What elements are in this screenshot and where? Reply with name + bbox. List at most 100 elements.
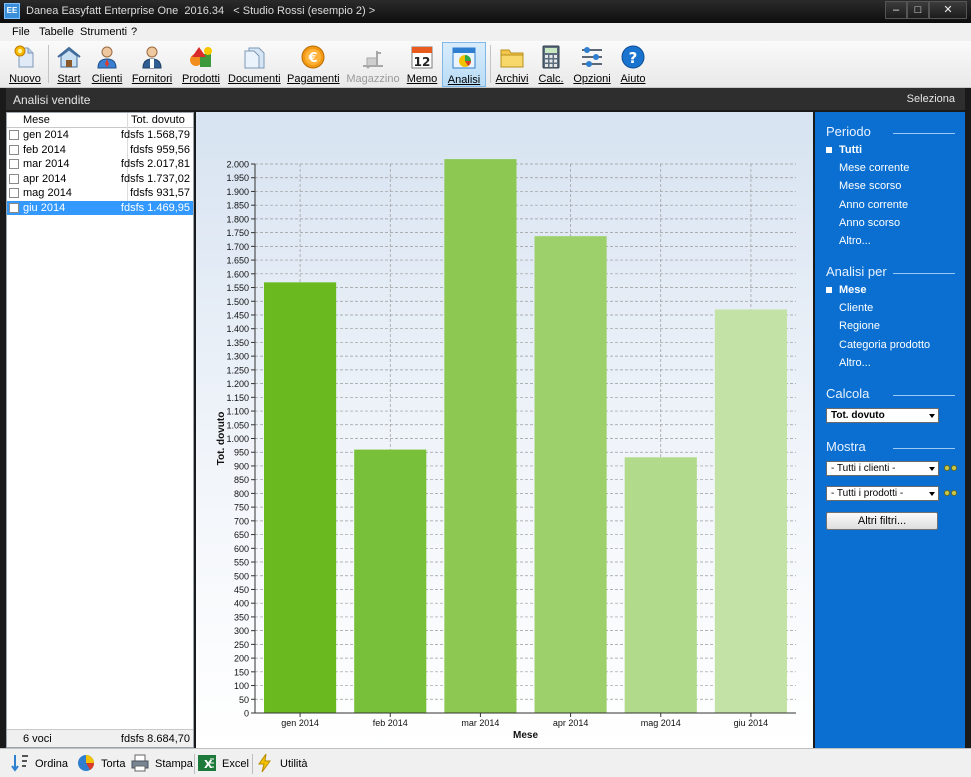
y-tick-label: 1.100 <box>226 407 249 417</box>
row-checkbox[interactable] <box>9 159 19 169</box>
y-tick-label: 600 <box>234 544 249 554</box>
maximize-button[interactable]: □ <box>907 1 929 19</box>
analisi-option[interactable]: Categoria prodotto <box>839 339 930 351</box>
table-row[interactable]: mag 2014 fdsfs 931,57 <box>7 186 193 200</box>
lightning-icon <box>258 753 271 773</box>
svg-text:?: ? <box>629 49 638 67</box>
analisi-option[interactable]: Mese <box>839 284 867 296</box>
calendar-day: 12 <box>414 55 431 69</box>
printer-icon <box>131 754 149 772</box>
select-link[interactable]: Seleziona <box>907 93 955 105</box>
chevron-down-icon <box>929 414 935 418</box>
mostra-rule <box>893 448 955 449</box>
toolbar-documenti-button[interactable]: Documenti <box>228 42 281 87</box>
clienti-select[interactable]: - Tutti i clienti - <box>826 461 939 476</box>
pie-icon <box>78 755 95 771</box>
periodo-option[interactable]: Mese corrente <box>839 162 909 174</box>
periodo-option[interactable]: Tutti <box>839 144 862 156</box>
x-tick-label: mar 2014 <box>461 718 499 728</box>
y-tick-label: 1.450 <box>226 310 249 320</box>
toolbar-start-button[interactable]: Start <box>53 42 85 87</box>
y-tick-label: 1.700 <box>226 242 249 252</box>
x-axis-label: Mese <box>513 730 538 741</box>
mostra-title: Mostra <box>826 439 866 454</box>
prodotti-filter-icon[interactable] <box>944 490 958 497</box>
y-axis-label: Tot. dovuto <box>216 412 227 466</box>
table-row[interactable]: apr 2014 fdsfs 1.737,02 <box>7 172 193 186</box>
torta-button[interactable]: Torta <box>76 753 128 775</box>
y-tick-label: 850 <box>234 475 249 485</box>
ordina-button[interactable]: Ordina <box>10 753 70 775</box>
menu-strumenti[interactable]: Strumenti <box>80 26 127 38</box>
toolbar-archivi-button[interactable]: Archivi <box>494 42 530 87</box>
toolbar-fornitori-button[interactable]: Fornitori <box>130 42 174 87</box>
toolbar-nuovo-button[interactable]: Nuovo <box>6 42 44 87</box>
periodo-option[interactable]: Anno corrente <box>839 199 908 211</box>
y-tick-label: 1.300 <box>226 352 249 362</box>
row-checkbox[interactable] <box>9 173 19 184</box>
row-checkbox[interactable] <box>9 130 19 140</box>
bar <box>444 159 517 714</box>
row-mese: gen 2014 <box>23 129 69 141</box>
row-checkbox[interactable] <box>9 188 19 198</box>
table-row[interactable]: giu 2014 fdsfs 1.469,95 <box>7 200 193 215</box>
toolbar-magazzino-button[interactable]: Magazzino <box>346 42 400 87</box>
menu-tabelle[interactable]: Tabelle <box>39 26 74 38</box>
toolbar-calc-button[interactable]: Calc. <box>535 42 567 87</box>
column-header-mese[interactable]: Mese <box>23 114 50 126</box>
analysis-icon <box>452 47 476 69</box>
row-mese: mar 2014 <box>23 158 70 170</box>
toolbar-label: Fornitori <box>131 73 173 85</box>
filter-panel: Periodo Tutti Mese corrente Mese scorso Ann… <box>815 112 965 748</box>
y-tick-label: 1.850 <box>226 201 249 211</box>
table-row[interactable]: gen 2014 fdsfs 1.568,79 <box>7 128 193 142</box>
row-checkbox[interactable] <box>9 144 19 155</box>
menu-help[interactable]: ? <box>131 26 137 38</box>
y-tick-label: 1.800 <box>226 214 249 224</box>
periodo-option[interactable]: Mese scorso <box>839 180 901 192</box>
analisi-option[interactable]: Regione <box>839 320 880 332</box>
periodo-option[interactable]: Altro... <box>839 235 871 247</box>
toolbar-aiuto-button[interactable]: ? Aiuto <box>616 42 650 87</box>
excel-button[interactable]: X Excel <box>197 753 249 775</box>
toolbar-prodotti-button[interactable]: Prodotti <box>180 42 222 87</box>
section-header: Analisi vendite Seleziona <box>6 88 965 110</box>
y-tick-label: 1.400 <box>226 324 249 334</box>
periodo-option[interactable]: Anno scorso <box>839 217 900 229</box>
app-icon[interactable]: EE <box>4 3 20 19</box>
y-tick-label: 1.650 <box>226 256 249 266</box>
utilita-button[interactable]: Utilità <box>255 753 311 775</box>
toolbar-memo-button[interactable]: 12 Memo <box>405 42 439 87</box>
close-button[interactable]: ✕ <box>929 1 967 19</box>
toolbar-pagamenti-button[interactable]: € Pagamenti <box>287 42 340 87</box>
clienti-filter-icon[interactable] <box>944 465 958 472</box>
toolbar-clienti-button[interactable]: Clienti <box>89 42 125 87</box>
toolbar-label: Aiuto <box>620 73 646 85</box>
list-footer: 6 voci fdsfs 8.684,70 <box>7 729 193 747</box>
selected-bullet-icon <box>826 287 832 293</box>
client-icon <box>97 46 117 69</box>
toolbar-separator <box>48 45 49 83</box>
prodotti-select[interactable]: - Tutti i prodotti - <box>826 486 939 501</box>
analisi-option[interactable]: Altro... <box>839 357 871 369</box>
y-tick-label: 350 <box>234 612 249 622</box>
bottom-label: Ordina <box>35 758 69 770</box>
y-tick-label: 300 <box>234 626 249 636</box>
toolbar-opzioni-button[interactable]: Opzioni <box>573 42 611 87</box>
stampa-button[interactable]: Stampa <box>130 753 193 775</box>
menu-file[interactable]: File <box>12 26 30 38</box>
more-filters-button[interactable]: Altri filtri... <box>826 512 938 530</box>
new-icon <box>14 45 34 68</box>
row-checkbox[interactable] <box>9 202 19 213</box>
analisi-option[interactable]: Cliente <box>839 302 873 314</box>
window-title: Danea Easyfatt Enterprise One 2016.34 < … <box>26 5 376 17</box>
minimize-button[interactable]: – <box>885 1 907 19</box>
column-header-tot-dovuto[interactable]: Tot. dovuto <box>131 114 185 126</box>
table-row[interactable]: mar 2014 fdsfs 2.017,81 <box>7 157 193 171</box>
toolbar-analisi-button[interactable]: Analisi <box>442 42 486 87</box>
month-list: Mese Tot. dovuto gen 2014 fdsfs 1.568,79 f… <box>6 112 194 748</box>
x-tick-label: giu 2014 <box>734 718 769 728</box>
calcola-select[interactable]: Tot. dovuto <box>826 408 939 423</box>
y-tick-label: 1.550 <box>226 283 249 293</box>
table-row[interactable]: feb 2014 fdsfs 959,56 <box>7 143 193 157</box>
